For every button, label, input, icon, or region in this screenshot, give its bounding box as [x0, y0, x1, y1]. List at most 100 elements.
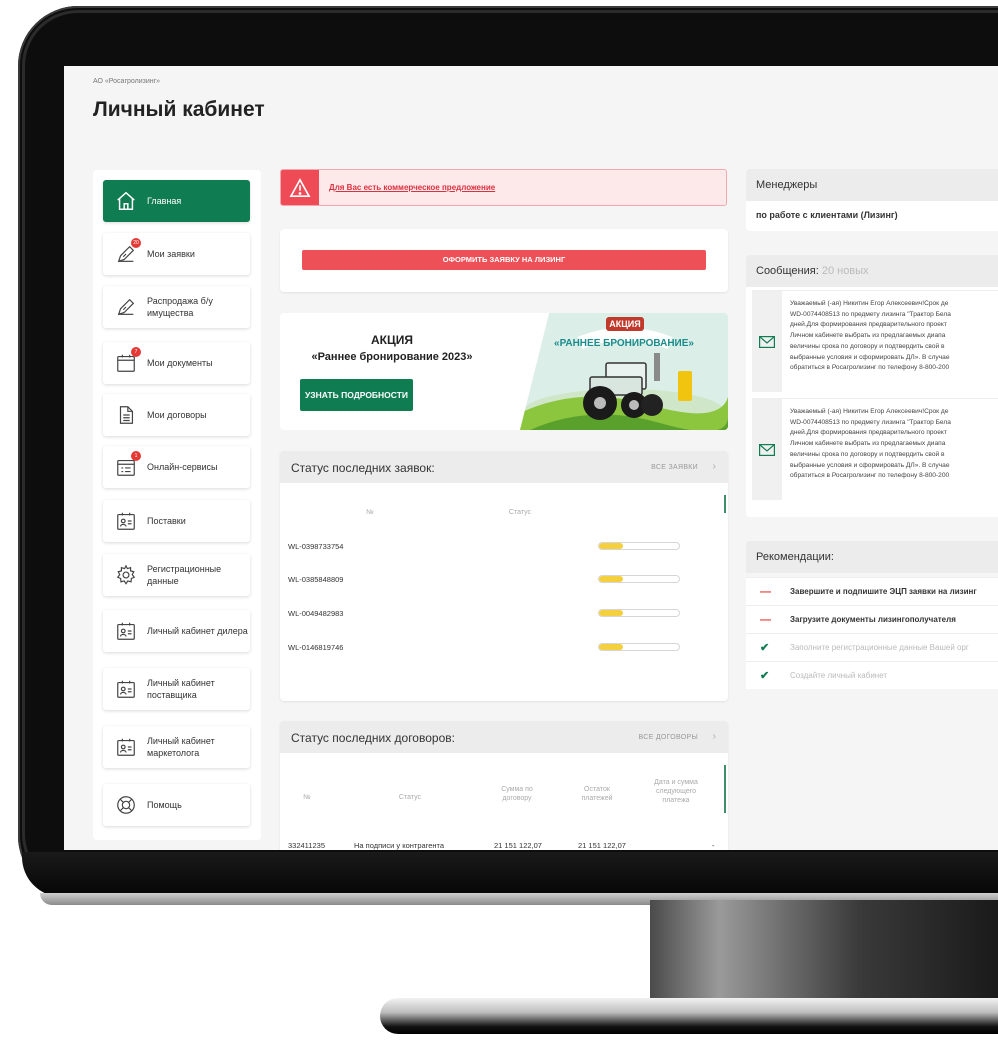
- recommendations-header: Рекомендации:: [746, 541, 998, 573]
- application-number[interactable]: WL-0146819746: [288, 643, 343, 652]
- applications-header: Статус последних заявок: ВСЕ ЗАЯВКИ ›: [280, 451, 728, 483]
- managers-title: Менеджеры: [756, 179, 818, 191]
- chevron-right-icon[interactable]: ›: [713, 461, 716, 472]
- recommendation-item[interactable]: — Загрузите документы лизингополучателя: [746, 605, 998, 633]
- sidebar-item-marketer-cabinet[interactable]: Личный кабинет маркетолога: [103, 726, 250, 768]
- messages-header: Сообщения: 20 новых: [746, 255, 998, 287]
- messages-title: Сообщения:: [756, 265, 819, 277]
- commercial-offer-link[interactable]: Для Вас есть коммерческое предложение: [329, 183, 495, 192]
- recommendation-text: Создайте личный кабинет: [790, 671, 888, 680]
- recommendation-item[interactable]: ✔ Создайте личный кабинет: [746, 661, 998, 689]
- message-line: выбранные условия и сформировать ДЛ». В …: [790, 353, 950, 361]
- managers-subtitle[interactable]: по работе с клиентами (Лизинг): [756, 210, 898, 220]
- sidebar-item-applications[interactable]: 20 Мои заявки: [103, 233, 250, 275]
- recommendations-title: Рекомендации:: [756, 551, 834, 563]
- document-icon: [115, 404, 137, 426]
- contract-number[interactable]: 332411235: [288, 841, 325, 850]
- column-header-remaining: Остаток платежей: [581, 786, 613, 802]
- message-line: величины срока по договору и подтвердить…: [790, 342, 945, 350]
- recommendations-card: Рекомендации:: [746, 541, 998, 573]
- all-applications-link[interactable]: ВСЕ ЗАЯВКИ: [651, 464, 698, 471]
- notification-badge: 1: [131, 451, 141, 461]
- message-text: Уважаемый (-ая) Никитин Егор Алексеевич!…: [790, 299, 998, 374]
- sidebar-item-label: Поставки: [147, 516, 186, 526]
- sidebar-item-supplier-cabinet[interactable]: Личный кабинет поставщика: [103, 668, 250, 710]
- recommendation-text: Завершите и подпишите ЭЦП заявки на лизи…: [790, 587, 977, 596]
- dash-icon: —: [760, 614, 771, 626]
- sidebar-item-online-services[interactable]: 1 Онлайн-сервисы: [103, 446, 250, 488]
- message-item[interactable]: Уважаемый (-ая) Никитин Егор Алексеевич!…: [752, 290, 998, 392]
- screen: АО «Росагролизинг» Личный кабинет Главна…: [64, 66, 998, 850]
- status-progress-bar: [598, 609, 680, 617]
- home-icon: [115, 190, 137, 212]
- lease-request-button[interactable]: ОФОРМИТЬ ЗАЯВКУ НА ЛИЗИНГ: [302, 250, 706, 270]
- contact-card-icon: [115, 620, 137, 642]
- message-item[interactable]: Уважаемый (-ая) Никитин Егор Алексеевич!…: [752, 398, 998, 500]
- sidebar: Главная 20 Мои заявки Распродажа б/у иму…: [93, 170, 261, 840]
- envelope-icon: [752, 291, 782, 392]
- contact-card-icon: [115, 736, 137, 758]
- messages-title-wrap: Сообщения: 20 новых: [756, 265, 869, 277]
- checkmark-icon: ✔: [760, 670, 770, 682]
- message-line: WD-0074408513 по предмету лизинга "Тракт…: [790, 310, 951, 318]
- message-line: выбранные условия и сформировать ДЛ». В …: [790, 461, 950, 469]
- message-line: Личном кабинете выбрать из предлагаемых …: [790, 332, 946, 340]
- managers-header: Менеджеры: [746, 169, 998, 201]
- contracts-header: Статус последних договоров: ВСЕ ДОГОВОРЫ…: [280, 721, 728, 753]
- sidebar-item-dealer-cabinet[interactable]: Личный кабинет дилера: [103, 610, 250, 652]
- promo-title: АКЦИЯ: [370, 333, 413, 347]
- contact-card-icon: [115, 510, 137, 532]
- column-header-number: №: [366, 509, 374, 516]
- sidebar-item-label: Онлайн-сервисы: [147, 462, 218, 472]
- recommendation-item[interactable]: — Завершите и подпишите ЭЦП заявки на ли…: [746, 577, 998, 605]
- column-header-next-payment: Дата и сумма следующего платежа: [654, 779, 698, 804]
- monitor-stand-base: [380, 998, 998, 1034]
- lease-request-card: ОФОРМИТЬ ЗАЯВКУ НА ЛИЗИНГ: [280, 229, 728, 292]
- sidebar-item-label: Личный кабинет поставщика: [147, 678, 215, 700]
- contract-next-payment: -: [712, 841, 715, 850]
- lifebuoy-icon: [115, 794, 137, 816]
- sidebar-item-label: Помощь: [147, 800, 182, 810]
- sidebar-item-contracts[interactable]: Мои договоры: [103, 394, 250, 436]
- monitor-stand-neck: [650, 900, 998, 1005]
- sidebar-item-label: Личный кабинет дилера: [147, 626, 248, 636]
- chevron-right-icon[interactable]: ›: [713, 731, 716, 742]
- all-contracts-link[interactable]: ВСЕ ДОГОВОРЫ: [639, 734, 698, 741]
- sidebar-item-registration[interactable]: Регистрационные данные: [103, 554, 250, 596]
- contract-sum: 21 151 122,07: [494, 841, 542, 850]
- notification-badge: 7: [131, 347, 141, 357]
- application-number[interactable]: WL-0398733754: [288, 542, 343, 551]
- applications-title: Статус последних заявок:: [291, 461, 435, 475]
- message-line: величины срока по договору и подтвердить…: [790, 450, 945, 458]
- sidebar-item-home[interactable]: Главная: [103, 180, 250, 222]
- application-number[interactable]: WL-0049482983: [288, 609, 343, 618]
- promo-art-text: «РАННЕЕ БРОНИРОВАНИЕ»: [554, 338, 694, 349]
- promo-subtitle: «Раннее бронирование 2023»: [311, 351, 473, 363]
- promo-details-button[interactable]: УЗНАТЬ ПОДРОБНОСТИ: [300, 379, 413, 411]
- sidebar-item-used-sale[interactable]: Распродажа б/у имущества: [103, 286, 250, 328]
- message-line: Уважаемый (-ая) Никитин Егор Алексеевич!…: [790, 300, 949, 307]
- page-title: Личный кабинет: [93, 98, 265, 121]
- recommendation-item[interactable]: ✔ Заполните регистрационные данные Вашей…: [746, 633, 998, 661]
- message-text: Уважаемый (-ая) Никитин Егор Алексеевич!…: [790, 407, 998, 482]
- contract-status: На подписи у контрагента: [354, 841, 445, 850]
- column-header-contract-sum: Сумма по договору: [501, 786, 533, 802]
- breadcrumb[interactable]: АО «Росагролизинг»: [93, 78, 160, 85]
- column-header-status: Статус: [398, 794, 422, 801]
- message-line: Уважаемый (-ая) Никитин Егор Алексеевич!…: [790, 408, 949, 415]
- sidebar-item-help[interactable]: Помощь: [103, 784, 250, 826]
- column-header-status: Статус: [508, 509, 532, 516]
- application-number[interactable]: WL-0385848809: [288, 575, 343, 584]
- column-header-number: №: [303, 794, 311, 801]
- monitor-scene: АО «Росагролизинг» Личный кабинет Главна…: [0, 0, 998, 1041]
- managers-card: Менеджеры по работе с клиентами (Лизинг): [746, 169, 998, 231]
- sidebar-item-label: Мои документы: [147, 358, 213, 368]
- sidebar-item-deliveries[interactable]: Поставки: [103, 500, 250, 542]
- sidebar-item-label: Личный кабинет маркетолога: [147, 736, 215, 758]
- edit-document-icon: [115, 296, 137, 318]
- scrollbar-thumb[interactable]: [724, 495, 726, 513]
- calendar-list-icon: 1: [115, 451, 141, 478]
- sidebar-item-documents[interactable]: 7 Мои документы: [103, 342, 250, 384]
- sidebar-item-label: Распродажа б/у имущества: [147, 296, 213, 318]
- scrollbar-thumb[interactable]: [724, 765, 726, 813]
